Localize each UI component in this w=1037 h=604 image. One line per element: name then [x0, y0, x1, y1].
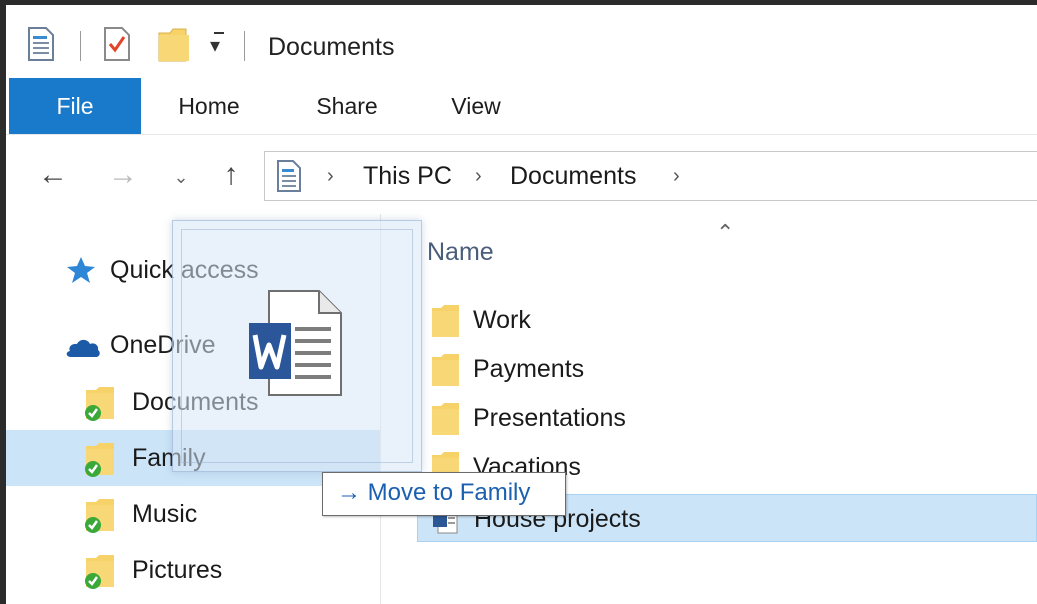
qat-separator	[80, 31, 81, 61]
qat-dropdown-bar-icon	[214, 32, 224, 34]
synced-folder-icon	[85, 499, 114, 533]
breadcrumb-documents[interactable]: Documents	[510, 152, 636, 200]
navigation-bar: ← → ⌄ ↑ › This PC › Documents ›	[6, 134, 1037, 215]
file-row-work[interactable]: Work	[417, 296, 1037, 344]
tab-home[interactable]: Home	[164, 78, 254, 134]
drag-tooltip: → Move to Family	[322, 472, 566, 516]
nav-label: Pictures	[132, 556, 223, 584]
drag-tooltip-text: → Move to Family	[337, 479, 530, 507]
new-folder-icon[interactable]	[158, 27, 194, 63]
check-document-icon[interactable]	[104, 27, 130, 61]
address-bar[interactable]: › This PC › Documents ›	[264, 151, 1037, 201]
title-bar: ▾ Documents	[6, 5, 1037, 78]
file-row-payments[interactable]: Payments	[417, 345, 1037, 393]
synced-folder-icon	[85, 555, 114, 589]
file-row-presentations[interactable]: Presentations	[417, 394, 1037, 442]
folder-icon	[432, 403, 459, 435]
move-arrow-icon: →	[337, 479, 361, 506]
folder-icon	[432, 354, 459, 386]
recent-locations-chevron-icon[interactable]: ⌄	[164, 159, 198, 195]
forward-arrow-icon[interactable]: →	[106, 157, 140, 193]
cloud-icon	[66, 339, 100, 357]
word-document-icon	[249, 290, 342, 396]
sort-ascending-icon: ⌃	[716, 220, 735, 245]
drag-ghost	[172, 220, 422, 472]
window-title: Documents	[268, 33, 395, 61]
star-icon	[67, 257, 95, 283]
tab-file[interactable]: File	[9, 78, 141, 134]
title-separator	[244, 31, 245, 61]
tooltip-label: Move to Family	[367, 479, 531, 506]
breadcrumb-chevron-icon[interactable]: ›	[475, 152, 482, 200]
folder-icon	[432, 305, 459, 337]
nav-item-pictures[interactable]: Pictures	[6, 542, 380, 598]
back-arrow-icon[interactable]: ←	[36, 157, 70, 193]
synced-folder-icon	[85, 443, 114, 477]
customize-qat-icon[interactable]: ▾	[210, 33, 220, 58]
breadcrumb-chevron-icon[interactable]: ›	[327, 152, 334, 200]
file-name: Payments	[473, 355, 585, 383]
location-icon	[277, 160, 301, 192]
file-name: Work	[473, 306, 531, 334]
tab-view[interactable]: View	[436, 78, 516, 134]
breadcrumb-chevron-icon[interactable]: ›	[673, 152, 680, 200]
tab-share[interactable]: Share	[303, 78, 391, 134]
column-header-name[interactable]: Name	[427, 238, 494, 267]
synced-folder-icon	[85, 387, 114, 421]
breadcrumb-this-pc[interactable]: This PC	[363, 152, 452, 200]
file-list: ⌃ Name Work Payments Presentations Vacat…	[381, 214, 1037, 604]
ribbon-tabs: File Home Share View	[6, 78, 1037, 134]
nav-label: Music	[132, 500, 198, 528]
up-arrow-icon[interactable]: ↑	[214, 157, 248, 193]
file-name: Presentations	[473, 404, 626, 432]
properties-icon[interactable]	[28, 27, 54, 61]
